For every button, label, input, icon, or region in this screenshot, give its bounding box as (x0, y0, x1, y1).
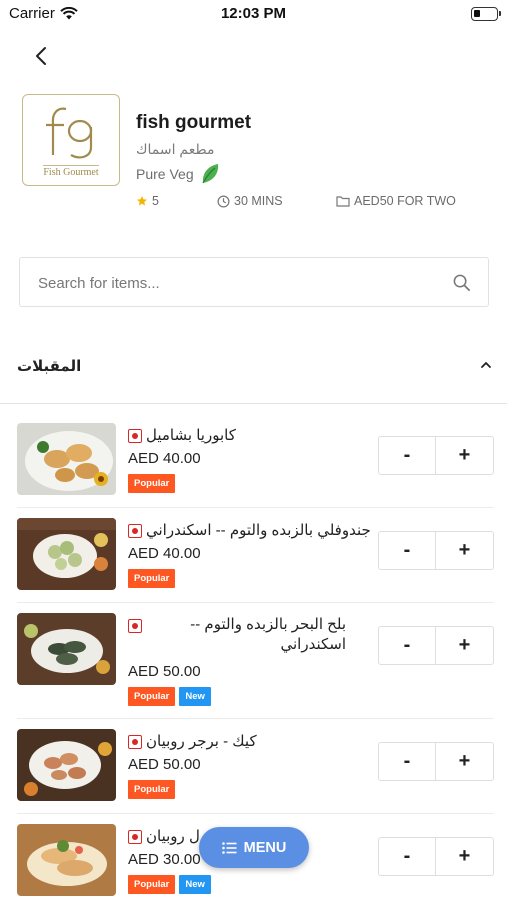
decrement-button[interactable]: - (379, 437, 437, 474)
popular-badge: Popular (128, 875, 176, 894)
quantity-stepper: - + (378, 742, 494, 781)
search-input[interactable] (38, 271, 438, 295)
category-header[interactable]: المقبلات (0, 340, 507, 392)
item-image (17, 729, 116, 801)
rating-value: 5 (152, 194, 159, 208)
decrement-button[interactable]: - (379, 838, 437, 875)
status-bar: Carrier 12:03 PM (0, 0, 507, 30)
back-button[interactable] (28, 42, 54, 70)
popular-badge: Popular (128, 780, 176, 799)
restaurant-name: fish gourmet (136, 112, 252, 133)
quantity-stepper: - + (378, 626, 494, 665)
item-image (17, 518, 116, 590)
item-image (17, 423, 116, 495)
item-price: AED 30.00 (128, 851, 201, 868)
fg-monogram-icon (46, 107, 93, 158)
logo-caption: Fish Gourmet (43, 164, 99, 178)
new-badge: New (179, 875, 211, 894)
item-price: AED 50.00 (128, 756, 201, 773)
item-name: بلح البحر بالزبده والتوم -- اسكندراني (190, 616, 346, 653)
badge-group: Popular (128, 780, 176, 799)
increment-button[interactable]: + (436, 532, 493, 569)
battery-level (474, 10, 481, 17)
menu-button-label: MENU (243, 839, 287, 856)
menu-button[interactable]: MENU (199, 827, 309, 868)
non-veg-icon (128, 830, 142, 844)
item-divider (17, 507, 494, 508)
non-veg-icon (128, 429, 142, 443)
popular-badge: Popular (128, 687, 176, 706)
cost-for-two: AED50 FOR TWO (336, 194, 456, 208)
rating: 5 (136, 194, 159, 208)
item-divider (17, 602, 494, 603)
increment-button[interactable]: + (436, 437, 493, 474)
decrement-button[interactable]: - (379, 532, 437, 569)
badge-group: Popular (128, 474, 176, 493)
wallet-icon (336, 196, 350, 207)
battery-icon (471, 7, 501, 21)
new-badge: New (179, 687, 211, 706)
item-name: كيك - برجر روبيان (146, 733, 257, 750)
item-divider (17, 813, 494, 814)
badge-group: Popular New (128, 687, 211, 706)
star-icon (137, 196, 147, 206)
section-divider (0, 403, 507, 404)
increment-button[interactable]: + (436, 627, 493, 664)
popular-badge: Popular (128, 569, 176, 588)
veg-indicator: Pure Veg (136, 163, 220, 185)
item-name: ل روبيان (146, 828, 200, 845)
delivery-time-value: 30 MINS (234, 194, 283, 208)
item-name: جندوفلي بالزبده والتوم -- اسكندراني (146, 522, 371, 539)
chevron-left-icon (36, 47, 46, 65)
search-bar[interactable] (19, 257, 489, 307)
item-price: AED 40.00 (128, 450, 201, 467)
restaurant-arabic-name: مطعم اسماك (136, 141, 215, 157)
popular-badge: Popular (128, 474, 176, 493)
item-name: كابوريا بشاميل (146, 427, 236, 444)
category-title: المقبلات (17, 358, 82, 375)
badge-group: Popular (128, 569, 176, 588)
quantity-stepper: - + (378, 436, 494, 475)
non-veg-icon (128, 619, 142, 633)
veg-label: Pure Veg (136, 166, 194, 182)
delivery-time: 30 MINS (217, 194, 283, 208)
chevron-up-icon[interactable] (479, 358, 493, 372)
badge-group: Popular New (128, 875, 211, 894)
item-price: AED 50.00 (128, 663, 201, 680)
quantity-stepper: - + (378, 531, 494, 570)
increment-button[interactable]: + (436, 838, 493, 875)
decrement-button[interactable]: - (379, 743, 437, 780)
cost-for-two-value: AED50 FOR TWO (354, 194, 456, 208)
decrement-button[interactable]: - (379, 627, 437, 664)
clock: 12:03 PM (220, 5, 287, 22)
search-icon[interactable] (452, 273, 471, 292)
clock-icon (217, 195, 230, 207)
item-image (17, 824, 116, 896)
item-price: AED 40.00 (128, 545, 201, 562)
non-veg-icon (128, 735, 142, 749)
leaf-icon (202, 164, 218, 184)
list-icon (221, 841, 237, 854)
item-divider (17, 718, 494, 719)
quantity-stepper: - + (378, 837, 494, 876)
restaurant-logo: Fish Gourmet (22, 94, 120, 186)
item-image (17, 613, 116, 685)
increment-button[interactable]: + (436, 743, 493, 780)
non-veg-icon (128, 524, 142, 538)
